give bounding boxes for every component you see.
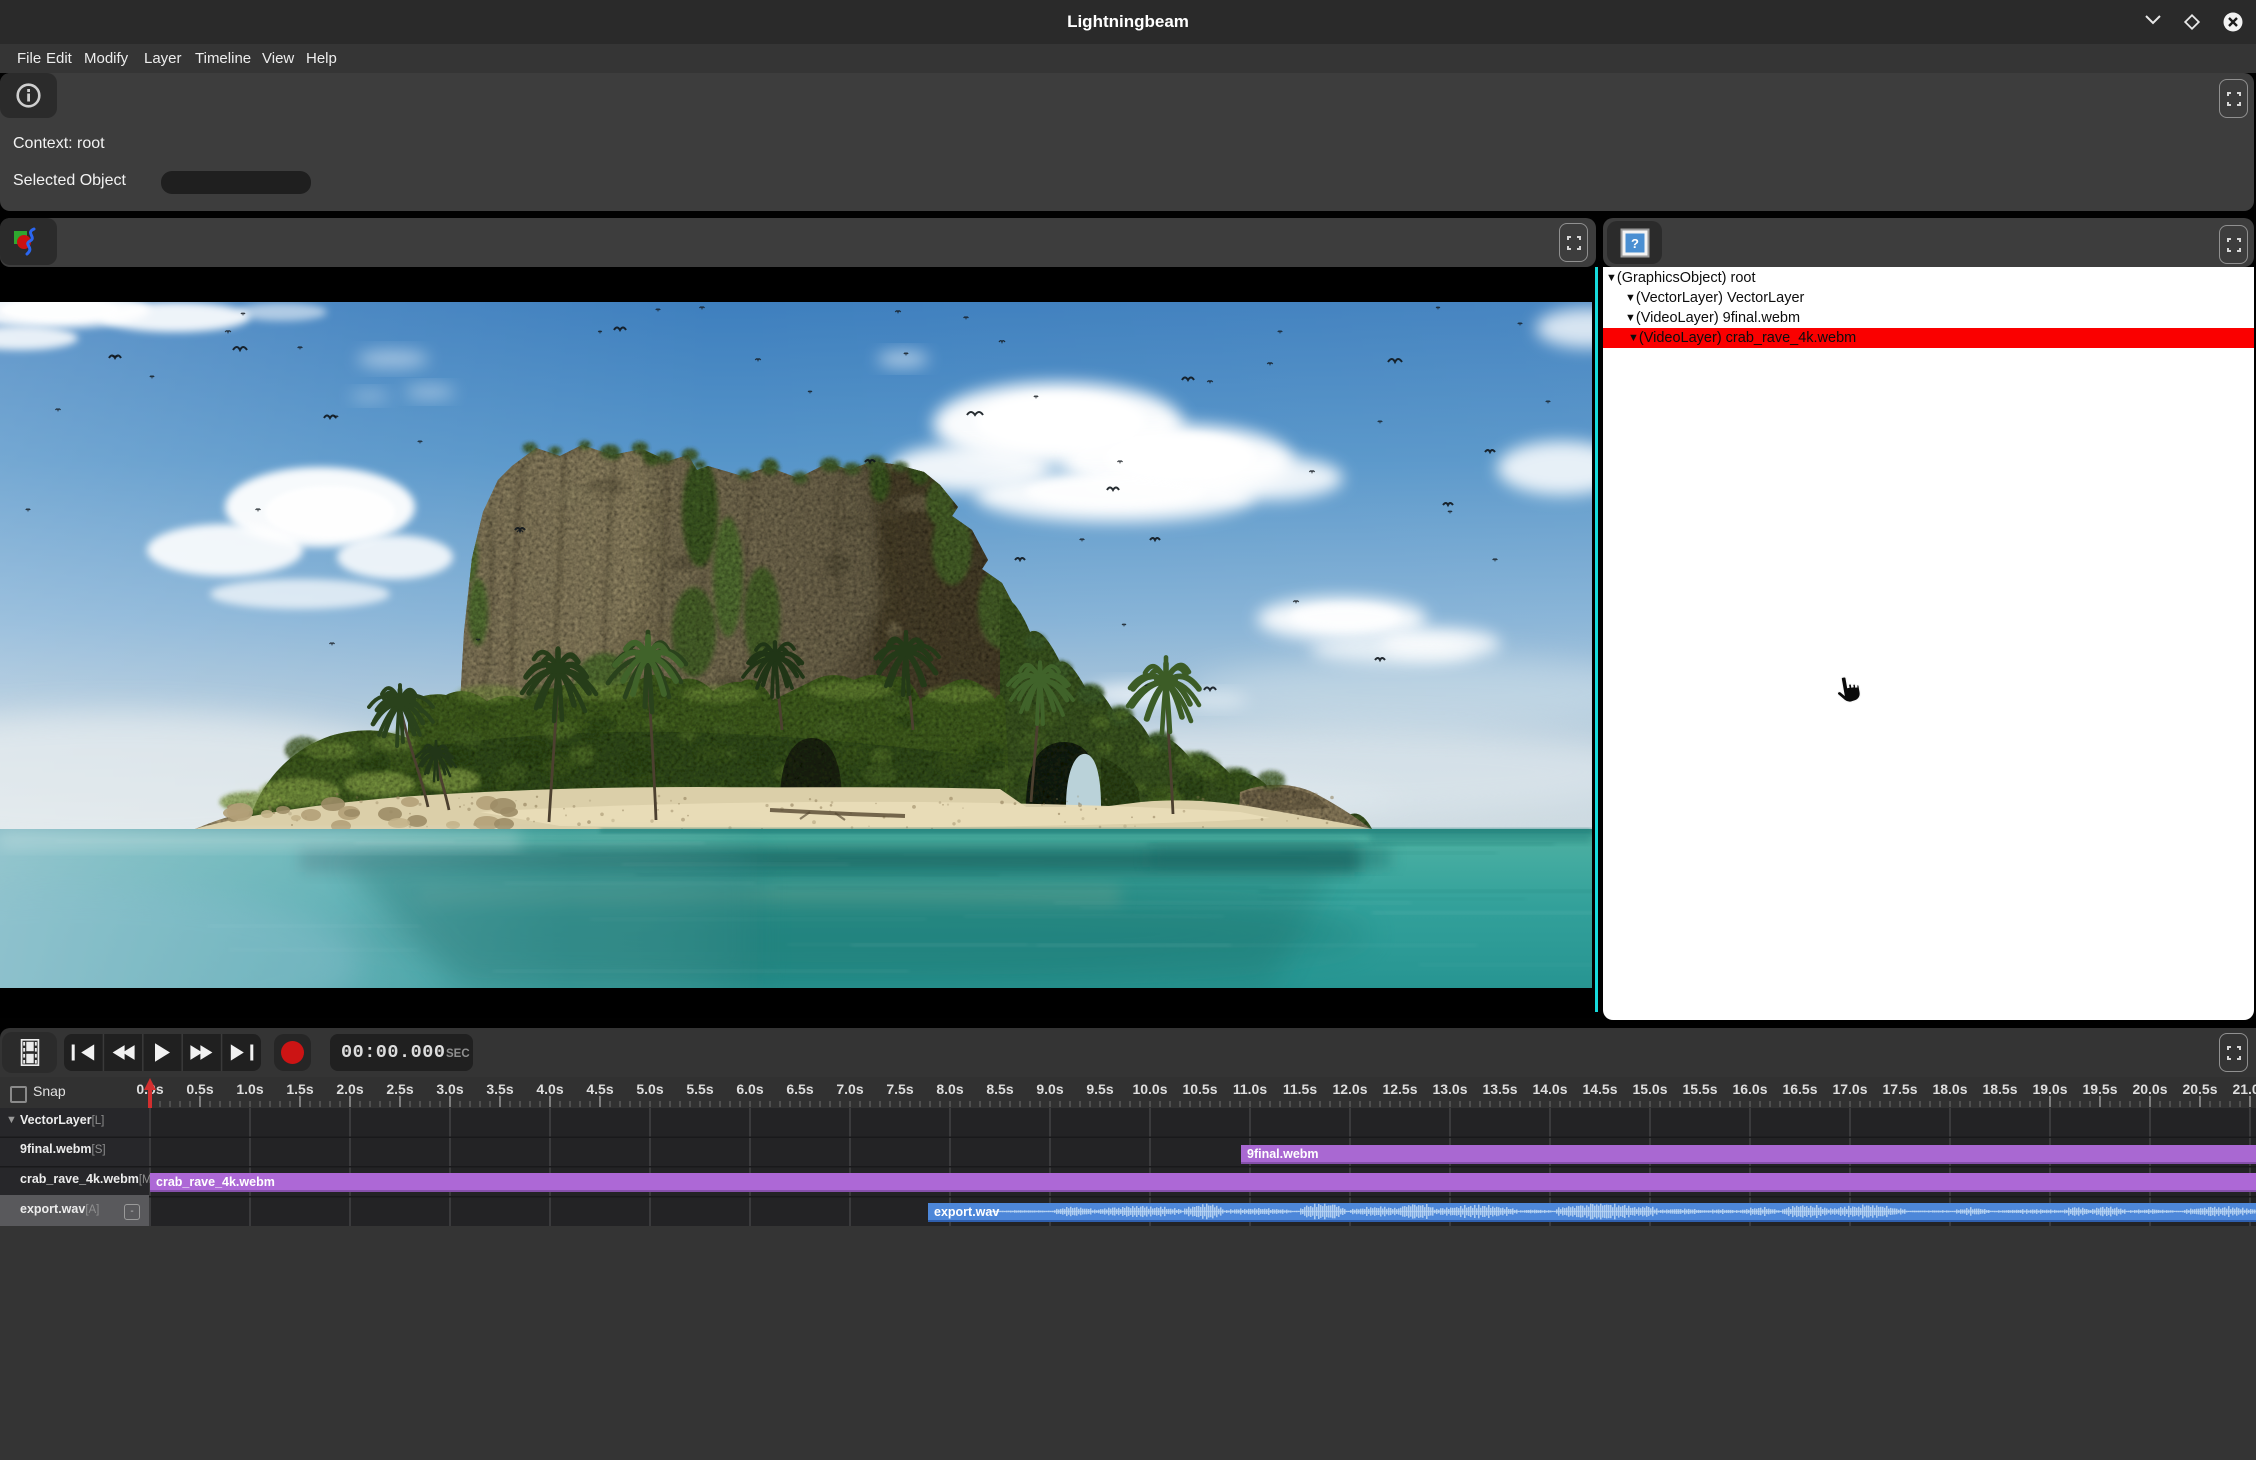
svg-text:?: ? <box>1631 236 1639 251</box>
